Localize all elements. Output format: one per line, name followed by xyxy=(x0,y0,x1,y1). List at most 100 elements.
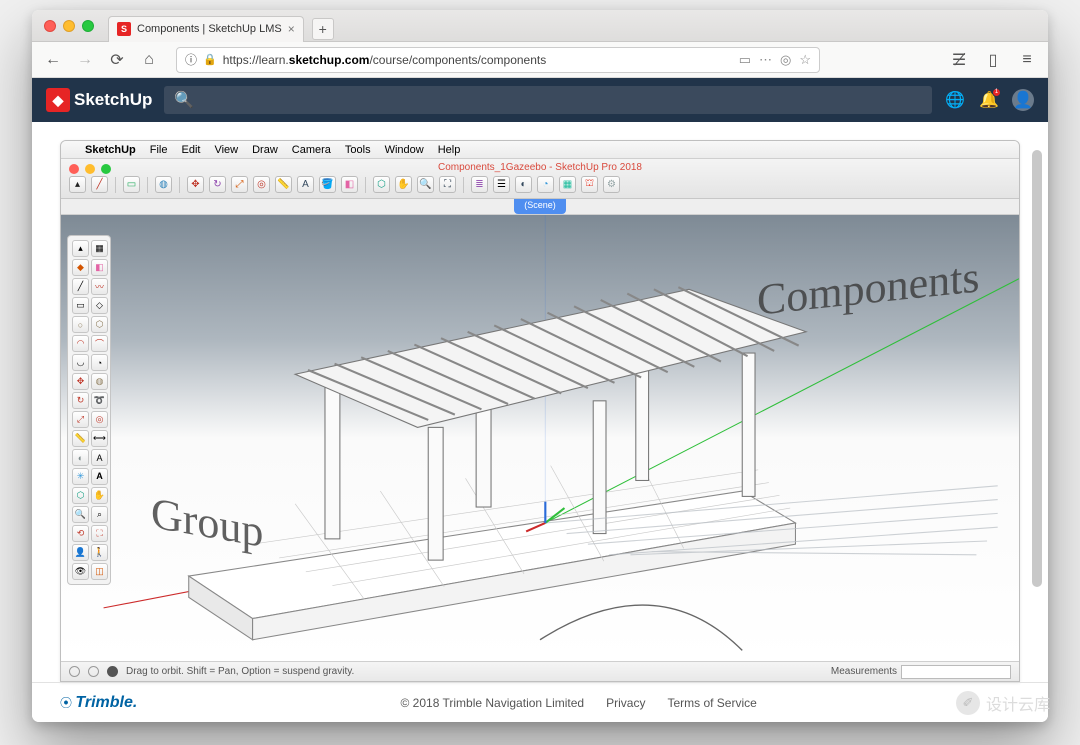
tool-pie[interactable]: ◔ xyxy=(91,354,108,371)
tool-2arc[interactable]: ⌒ xyxy=(91,335,108,352)
tool-rotate[interactable]: ↻ xyxy=(209,176,226,193)
tool-protractor[interactable]: ◐ xyxy=(72,449,89,466)
tool-offset[interactable]: ◎ xyxy=(253,176,270,193)
reload-button[interactable]: ⟳ xyxy=(104,47,130,73)
tool-scenes[interactable]: ▦ xyxy=(559,176,576,193)
tool-polygon[interactable]: ⬡ xyxy=(91,316,108,333)
tool-arc[interactable]: ◠ xyxy=(72,335,89,352)
tool-extents[interactable]: ⛶ xyxy=(439,176,456,193)
site-info-icon[interactable]: ⓘ xyxy=(185,51,197,68)
tool-push[interactable]: ◍ xyxy=(155,176,172,193)
footer-tos[interactable]: Terms of Service xyxy=(667,696,756,710)
tool-move[interactable]: ✥ xyxy=(187,176,204,193)
browser-tab[interactable]: S Components | SketchUp LMS × xyxy=(108,16,304,42)
window-minimize-button[interactable] xyxy=(63,20,75,32)
status-credits-icon[interactable] xyxy=(88,666,99,677)
forward-button[interactable]: → xyxy=(72,47,98,73)
site-brand[interactable]: ◆ SketchUp xyxy=(46,88,152,112)
tool-text-lg[interactable]: A xyxy=(91,449,108,466)
tool-rect[interactable]: ▭ xyxy=(123,176,140,193)
tool-make-comp[interactable]: ▦ xyxy=(91,240,108,257)
tool-line-lg[interactable]: ╱ xyxy=(72,278,89,295)
tool-eraser[interactable]: ◧ xyxy=(341,176,358,193)
tool-section[interactable]: ◫ xyxy=(91,563,108,580)
menu-view[interactable]: View xyxy=(214,144,238,156)
window-maximize-button[interactable] xyxy=(82,20,94,32)
scene-tab[interactable]: (Scene) xyxy=(514,199,566,214)
tool-warehouse[interactable]: ⛫ xyxy=(581,176,598,193)
tool-select[interactable]: ▴ xyxy=(69,176,86,193)
home-button[interactable]: ⌂ xyxy=(136,47,162,73)
page-scrollbar[interactable] xyxy=(1032,150,1042,710)
trimble-logo[interactable]: ⦿ Trimble. xyxy=(60,694,137,712)
tool-orbit-lg[interactable]: ⬡ xyxy=(72,487,89,504)
menu-window[interactable]: Window xyxy=(385,144,424,156)
user-avatar[interactable]: 👤 xyxy=(1012,89,1034,111)
tab-close-icon[interactable]: × xyxy=(288,22,295,36)
back-button[interactable]: ← xyxy=(40,47,66,73)
menubar-app-name[interactable]: SketchUp xyxy=(85,144,136,156)
tool-look[interactable]: 👁 xyxy=(72,563,89,580)
tool-3dtext[interactable]: 𝐀 xyxy=(91,468,108,485)
measurements-input[interactable] xyxy=(901,665,1011,679)
tool-tape-lg[interactable]: 📏 xyxy=(72,430,89,447)
sidebar-icon[interactable]: ▯ xyxy=(980,47,1006,73)
hamburger-menu-icon[interactable]: ≡ xyxy=(1014,47,1040,73)
tool-styles[interactable]: ◔ xyxy=(537,176,554,193)
tool-scale[interactable]: ⤢ xyxy=(231,176,248,193)
tool-orbit[interactable]: ⬡ xyxy=(373,176,390,193)
bookmark-icon[interactable]: ☆ xyxy=(799,52,811,68)
footer-privacy[interactable]: Privacy xyxy=(606,696,645,710)
tool-pan[interactable]: ✋ xyxy=(395,176,412,193)
menu-tools[interactable]: Tools xyxy=(345,144,371,156)
tool-text[interactable]: A xyxy=(297,176,314,193)
status-geo-icon[interactable] xyxy=(69,666,80,677)
tool-paint-lg[interactable]: ◆ xyxy=(72,259,89,276)
tool-outliner[interactable]: ☰ xyxy=(493,176,510,193)
tool-prev[interactable]: ⟲ xyxy=(72,525,89,542)
menu-file[interactable]: File xyxy=(150,144,168,156)
tool-shadows[interactable]: ◐ xyxy=(515,176,532,193)
menu-draw[interactable]: Draw xyxy=(252,144,278,156)
window-close-button[interactable] xyxy=(44,20,56,32)
tool-select-lg[interactable]: ▴ xyxy=(72,240,89,257)
library-icon[interactable]: ☰̸ xyxy=(946,47,972,73)
sk-minimize-button[interactable] xyxy=(85,164,95,174)
tool-scale-lg[interactable]: ⤢ xyxy=(72,411,89,428)
tool-rotrect[interactable]: ◇ xyxy=(91,297,108,314)
scroll-thumb[interactable] xyxy=(1032,150,1042,587)
page-actions-icon[interactable]: ⋯ xyxy=(759,52,772,68)
tool-move-lg[interactable]: ✥ xyxy=(72,373,89,390)
tool-extents-lg[interactable]: ⛶ xyxy=(91,525,108,542)
tool-zoom[interactable]: 🔍 xyxy=(417,176,434,193)
tool-pan-lg[interactable]: ✋ xyxy=(91,487,108,504)
reader-mode-icon[interactable]: ▭ xyxy=(739,52,751,68)
tool-layers[interactable]: ≣ xyxy=(471,176,488,193)
tool-line[interactable]: ╱ xyxy=(91,176,108,193)
tool-3arc[interactable]: ◡ xyxy=(72,354,89,371)
tool-walk[interactable]: 🚶 xyxy=(91,544,108,561)
search-input[interactable]: 🔍 xyxy=(164,86,932,114)
new-tab-button[interactable]: + xyxy=(312,18,334,40)
menu-edit[interactable]: Edit xyxy=(181,144,200,156)
tool-freehand[interactable]: 〰 xyxy=(91,278,108,295)
language-icon[interactable]: 🌐 xyxy=(944,89,966,111)
sk-close-button[interactable] xyxy=(69,164,79,174)
tool-paint[interactable]: 🪣 xyxy=(319,176,336,193)
tool-dim[interactable]: ⟷ xyxy=(91,430,108,447)
tool-rotate-lg[interactable]: ↻ xyxy=(72,392,89,409)
notifications-icon[interactable]: 🔔1 xyxy=(978,89,1000,111)
tool-offset-lg[interactable]: ◎ xyxy=(91,411,108,428)
status-signin-icon[interactable] xyxy=(107,666,118,677)
tool-follow[interactable]: ➰ xyxy=(91,392,108,409)
tool-zoom-lg[interactable]: 🔍 xyxy=(72,506,89,523)
tool-push-lg[interactable]: ◍ xyxy=(91,373,108,390)
tool-tape[interactable]: 📏 xyxy=(275,176,292,193)
tool-rect-lg[interactable]: ▭ xyxy=(72,297,89,314)
sk-zoom-button[interactable] xyxy=(101,164,111,174)
menu-camera[interactable]: Camera xyxy=(292,144,331,156)
tool-zoomwin[interactable]: ⌕ xyxy=(91,506,108,523)
tool-position[interactable]: 👤 xyxy=(72,544,89,561)
url-bar[interactable]: ⓘ 🔒 https://learn.sketchup.com/course/co… xyxy=(176,47,820,73)
sketchup-viewport[interactable]: Components Group ▴▦ ◆◧ ╱〰 ▭◇ ○⬡ ◠⌒ ◡◔ ✥◍… xyxy=(61,215,1019,661)
